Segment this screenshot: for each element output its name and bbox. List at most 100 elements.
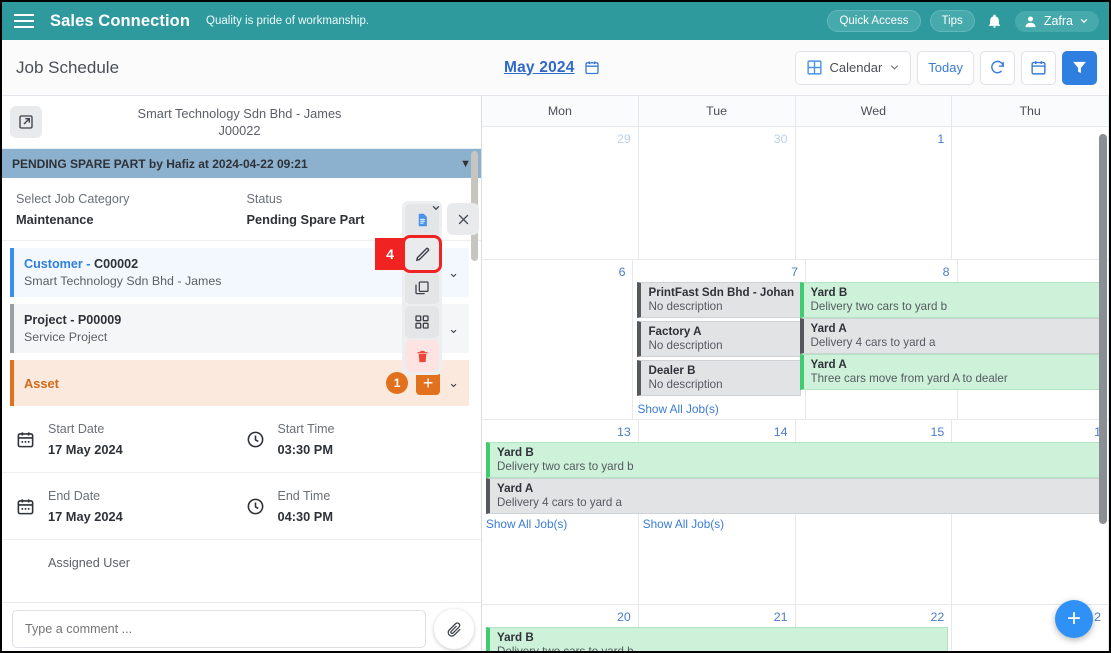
- refresh-button[interactable]: [980, 50, 1015, 85]
- tips-button[interactable]: Tips: [929, 10, 975, 32]
- end-date-field: End Date 17 May 2024: [16, 489, 243, 524]
- top-navigation-bar: Sales Connection Quality is pride of wor…: [2, 2, 1109, 40]
- project-card-text: Project - P00009 Service Project: [24, 313, 440, 344]
- event-title: Yard B: [497, 631, 534, 644]
- calendar-week-row: 20 21 22 2 Yard B Delivery two cars to yard b: [482, 605, 1109, 653]
- end-time-field: End Time 04:30 PM: [243, 489, 470, 524]
- chevron-down-icon: [1080, 18, 1088, 24]
- app-tagline: Quality is pride of workmanship.: [206, 15, 370, 27]
- calendar-day-cell[interactable]: 1: [796, 127, 953, 259]
- copy-icon[interactable]: [405, 272, 439, 304]
- status-caret-icon[interactable]: ▼: [460, 158, 471, 170]
- date-picker-button[interactable]: [1021, 50, 1056, 85]
- calendar-scrollbar[interactable]: [1099, 134, 1107, 524]
- calendar-day-cell[interactable]: 7 PrintFast Sdn Bhd - Johan No description…: [633, 260, 807, 419]
- external-link-icon[interactable]: [10, 106, 42, 138]
- calendar-event[interactable]: Yard A Delivery 4 cars to yard a: [799, 318, 1105, 354]
- calendar-event[interactable]: Yard A Delivery 4 cars to yard a: [486, 478, 1105, 514]
- detail-panel-header: Smart Technology Sdn Bhd - James J00022: [2, 96, 481, 149]
- event-description: Delivery 4 cars to yard a: [497, 496, 623, 509]
- chevron-down-icon: [432, 205, 440, 211]
- filter-button[interactable]: [1062, 50, 1097, 85]
- event-description: Delivery two cars to yard b: [497, 460, 634, 473]
- project-card[interactable]: Project - P00009 Service Project ⌄: [10, 304, 469, 353]
- calendar-day-cell[interactable]: 30: [639, 127, 796, 259]
- day-number: 15: [930, 425, 945, 439]
- today-button[interactable]: Today: [917, 50, 974, 85]
- job-category-field: Select Job Category Maintenance: [16, 192, 243, 227]
- day-number: 7: [791, 265, 799, 279]
- asset-card[interactable]: Asset 1 + ⌄: [10, 360, 469, 406]
- show-all-jobs-link[interactable]: Show All Job(s): [639, 514, 795, 531]
- event-description: No description: [648, 378, 723, 391]
- calendar-day-cell[interactable]: 29: [482, 127, 639, 259]
- grid-icon: [806, 60, 822, 75]
- calendar-event[interactable]: Yard B Delivery two cars to yard b: [799, 282, 1105, 318]
- step-number-badge: 4: [375, 238, 405, 270]
- start-date-label: Start Date: [48, 422, 105, 436]
- calendar-picker-icon[interactable]: [584, 59, 600, 76]
- calendar-event[interactable]: Yard A Three cars move from yard A to dea…: [799, 354, 1105, 390]
- quick-access-button[interactable]: Quick Access: [827, 10, 921, 32]
- day-number: 1: [937, 132, 945, 146]
- calendar-day-cell[interactable]: 6: [482, 260, 634, 419]
- day-number: 30: [773, 132, 788, 146]
- asset-expand-chevron-down-icon[interactable]: ⌄: [440, 375, 459, 391]
- day-number: 8: [942, 265, 950, 279]
- chevron-down-icon: [891, 65, 899, 70]
- end-date-value: 17 May 2024: [48, 509, 123, 524]
- refresh-icon: [991, 60, 1004, 74]
- today-label: Today: [928, 60, 963, 75]
- delete-trash-icon[interactable]: [405, 340, 439, 372]
- user-name-label: Zafra: [1043, 14, 1073, 28]
- calendar-event[interactable]: Yard B Delivery two cars to yard b: [486, 442, 1105, 478]
- comment-input[interactable]: [12, 610, 426, 648]
- event-description: Delivery two cars to yard b: [810, 300, 948, 313]
- page-title: Job Schedule: [16, 57, 120, 77]
- asset-label: Asset: [24, 375, 59, 391]
- comment-bar: [2, 602, 481, 651]
- event-description: No description: [648, 300, 723, 313]
- event-title: Yard B: [497, 446, 534, 459]
- project-name: Service Project: [24, 330, 108, 344]
- add-job-fab-plus-icon[interactable]: +: [1055, 600, 1093, 638]
- day-number: 22: [930, 610, 945, 624]
- close-detail-panel-icon[interactable]: [447, 203, 479, 235]
- customer-code: C00002: [93, 257, 139, 271]
- qr-code-icon[interactable]: [405, 306, 439, 338]
- customer-expand-chevron-down-icon[interactable]: ⌄: [440, 265, 459, 281]
- paperclip-icon[interactable]: [434, 609, 474, 649]
- start-time-value: 03:30 PM: [277, 442, 333, 457]
- user-menu[interactable]: Zafra: [1014, 10, 1099, 32]
- hamburger-menu-icon[interactable]: [14, 14, 34, 28]
- show-all-jobs-link[interactable]: Show All Job(s): [482, 514, 638, 531]
- current-month-label[interactable]: May 2024: [504, 59, 575, 77]
- calendar-event[interactable]: PrintFast Sdn Bhd - Johan No description: [637, 282, 802, 318]
- detail-title-line1: Smart Technology Sdn Bhd - James: [137, 106, 342, 121]
- calendar-toolbar: Calendar Today: [794, 50, 1109, 85]
- calendar-event[interactable]: Factory A No description: [637, 321, 802, 357]
- job-category-label: Select Job Category: [16, 192, 130, 206]
- view-selector-button[interactable]: Calendar: [794, 50, 912, 85]
- calendar-icon: [17, 499, 34, 515]
- customer-label: Customer -: [24, 257, 91, 271]
- edit-pencil-icon[interactable]: 4: [375, 235, 442, 273]
- calendar-icon: [1031, 61, 1046, 75]
- calendar-event[interactable]: Yard B Delivery two cars to yard b: [486, 627, 949, 653]
- event-description: Delivery two cars to yard b: [497, 645, 634, 653]
- event-title: Yard A: [810, 322, 847, 335]
- asset-card-text: Asset: [24, 376, 386, 391]
- calendar-day-cell[interactable]: [952, 127, 1109, 259]
- day-number: 6: [618, 265, 626, 279]
- event-description: No description: [648, 339, 723, 352]
- day-header-tue: Tue: [639, 96, 796, 126]
- document-icon[interactable]: [405, 204, 440, 236]
- project-expand-chevron-down-icon[interactable]: ⌄: [440, 321, 459, 337]
- bell-icon[interactable]: [984, 10, 1006, 32]
- start-time-field: Start Time 03:30 PM: [243, 422, 470, 457]
- status-banner-text: PENDING SPARE PART by Hafiz at 2024-04-2…: [12, 156, 308, 171]
- show-all-jobs-link[interactable]: Show All Job(s): [633, 399, 805, 416]
- calendar-event[interactable]: Dealer B No description: [637, 360, 802, 396]
- day-header-thu: Thu: [952, 96, 1109, 126]
- assigned-user-label: Assigned User: [48, 556, 130, 570]
